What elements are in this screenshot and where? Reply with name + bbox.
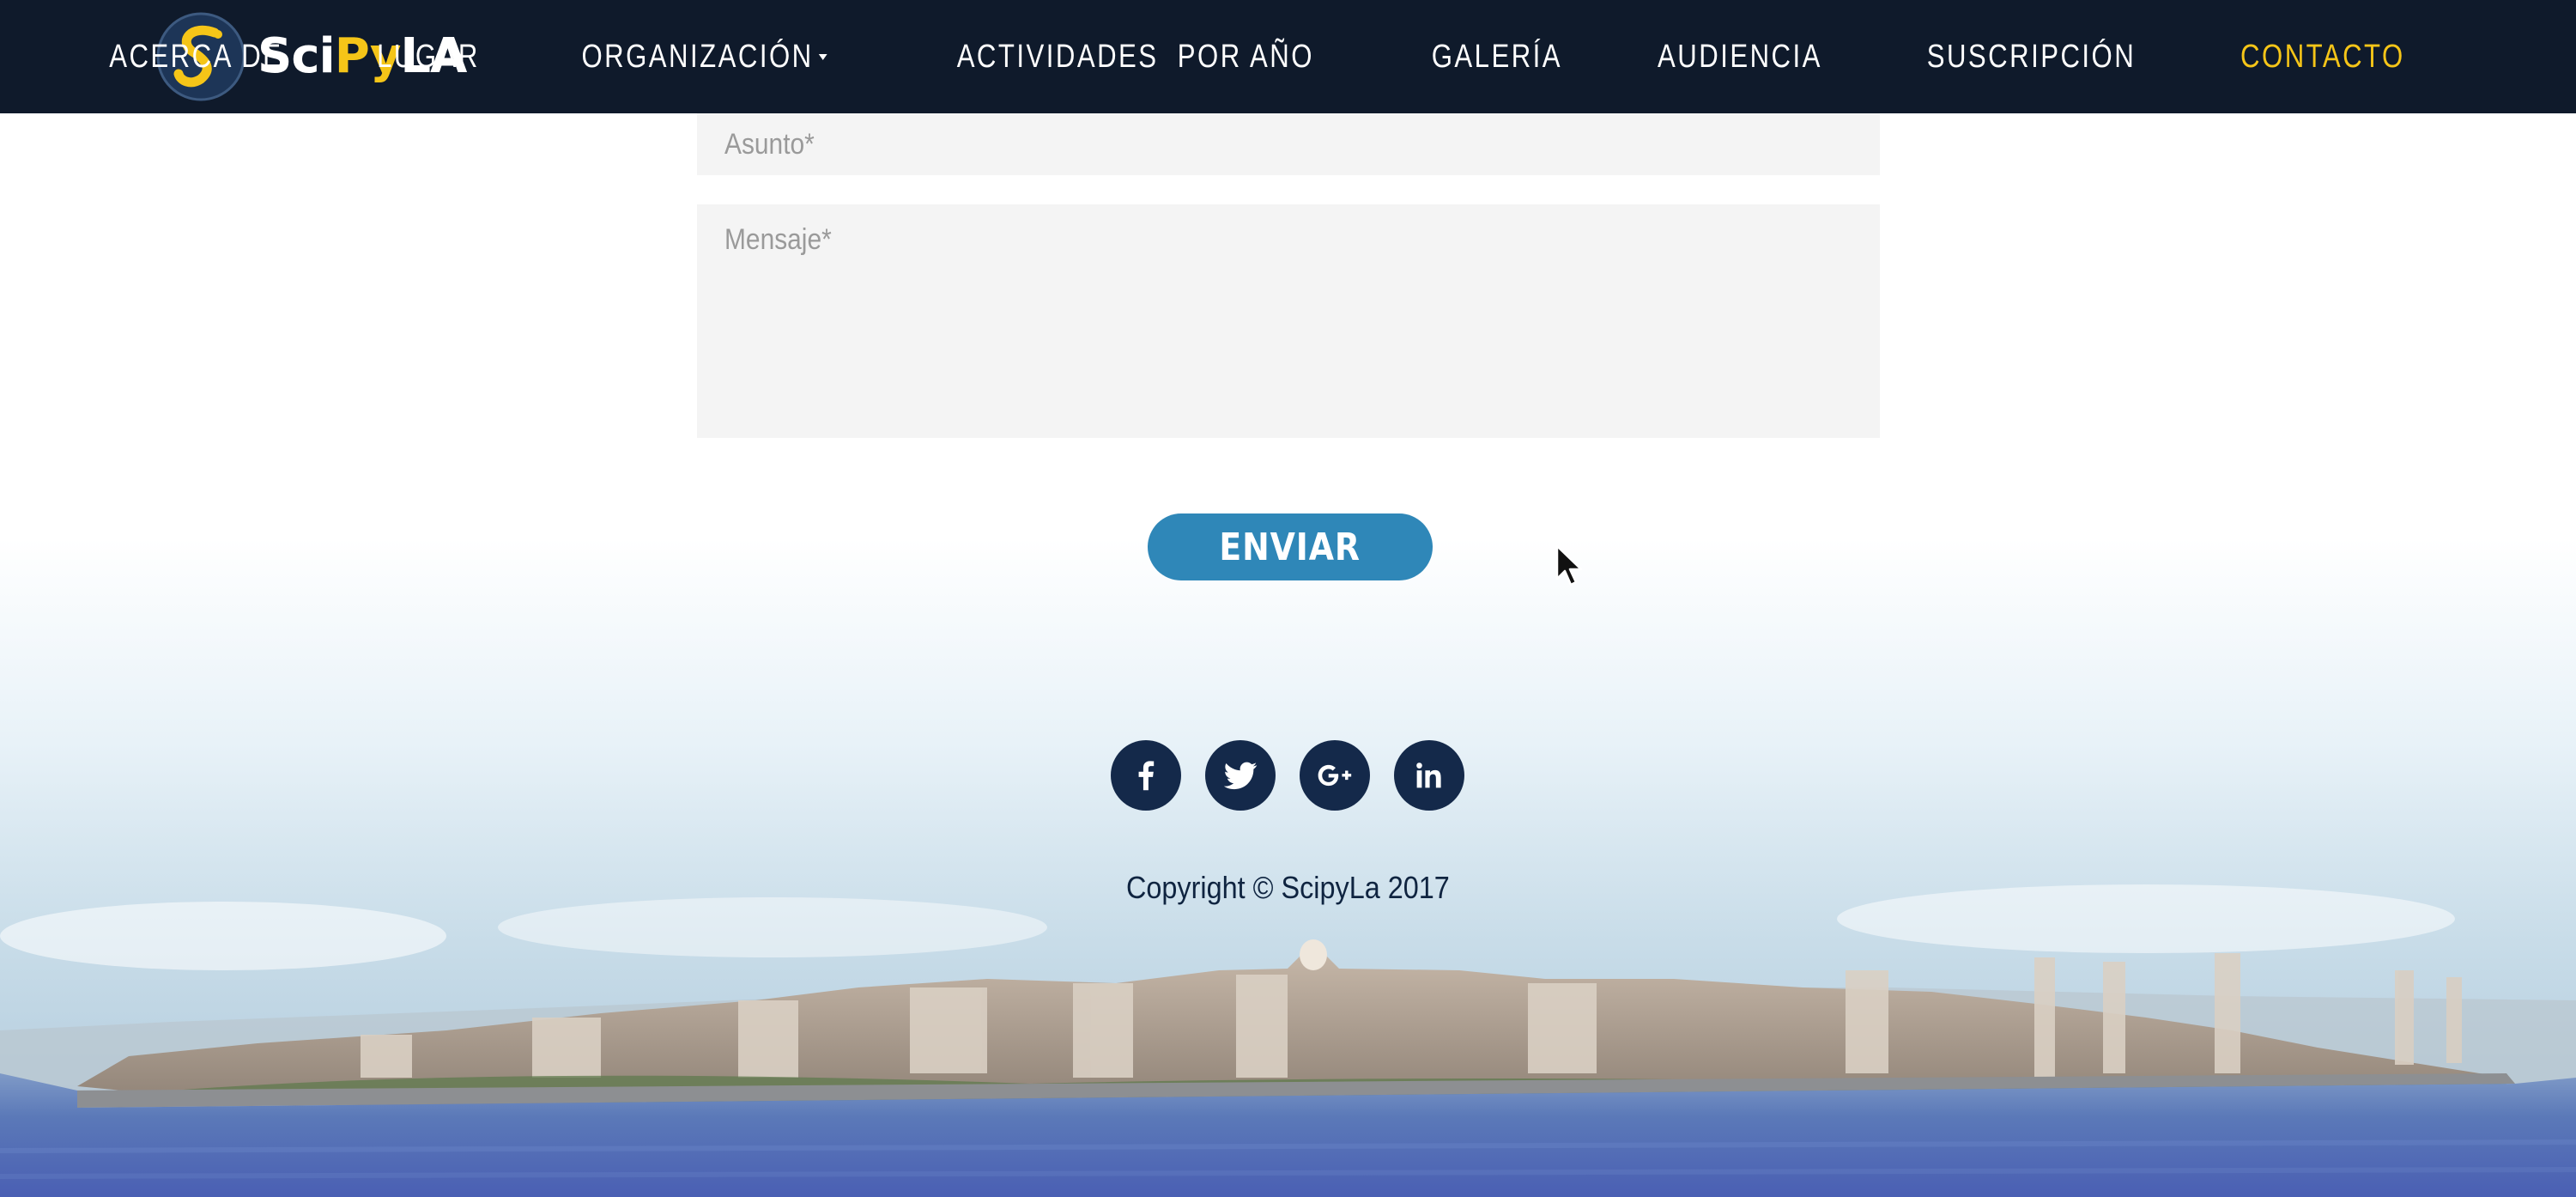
twitter-link[interactable] <box>1205 740 1276 811</box>
send-button-label: ENVIAR <box>1219 525 1361 569</box>
linkedin-icon <box>1416 763 1441 788</box>
linkedin-link[interactable] <box>1394 740 1464 811</box>
facebook-icon <box>1138 761 1155 791</box>
nav-item-contacto[interactable]: CONTACTO <box>2240 39 2405 76</box>
nav-item-galeria[interactable]: GALERÍA <box>1431 39 1561 76</box>
nav-item-audiencia[interactable]: AUDIENCIA <box>1658 39 1822 76</box>
nav-item-organizacion[interactable]: ORGANIZACIÓN <box>581 39 827 76</box>
subject-placeholder: Asunto* <box>724 128 815 161</box>
twitter-icon <box>1223 762 1258 790</box>
google-plus-icon <box>1318 764 1352 787</box>
subject-input[interactable]: Asunto* <box>697 113 1880 175</box>
main-nav: ACERCA DE LUGAR ORGANIZACIÓN ACTIVIDADES… <box>90 0 2423 113</box>
facebook-link[interactable] <box>1111 740 1181 811</box>
navbar: SciPyLA ACERCA DE LUGAR ORGANIZACIÓN ACT… <box>0 0 2576 113</box>
nav-item-lugar[interactable]: LUGAR <box>377 39 480 76</box>
mouse-cursor-icon <box>1555 544 1583 586</box>
havana-skyline-background <box>0 0 2576 1197</box>
social-links <box>1111 740 1464 811</box>
nav-item-suscripcion[interactable]: SUSCRIPCIÓN <box>1927 39 2136 76</box>
copyright-text: Copyright © ScipyLa 2017 <box>1126 870 1450 905</box>
caret-down-icon <box>818 53 827 60</box>
nav-item-actividades[interactable]: ACTIVIDADES POR AÑO <box>957 39 1314 76</box>
google-plus-link[interactable] <box>1300 740 1370 811</box>
send-button[interactable]: ENVIAR <box>1148 513 1433 580</box>
nav-item-acerca-de[interactable]: ACERCA DE <box>109 39 282 76</box>
message-placeholder: Mensaje* <box>724 223 832 256</box>
message-textarea[interactable]: Mensaje* <box>697 204 1880 438</box>
